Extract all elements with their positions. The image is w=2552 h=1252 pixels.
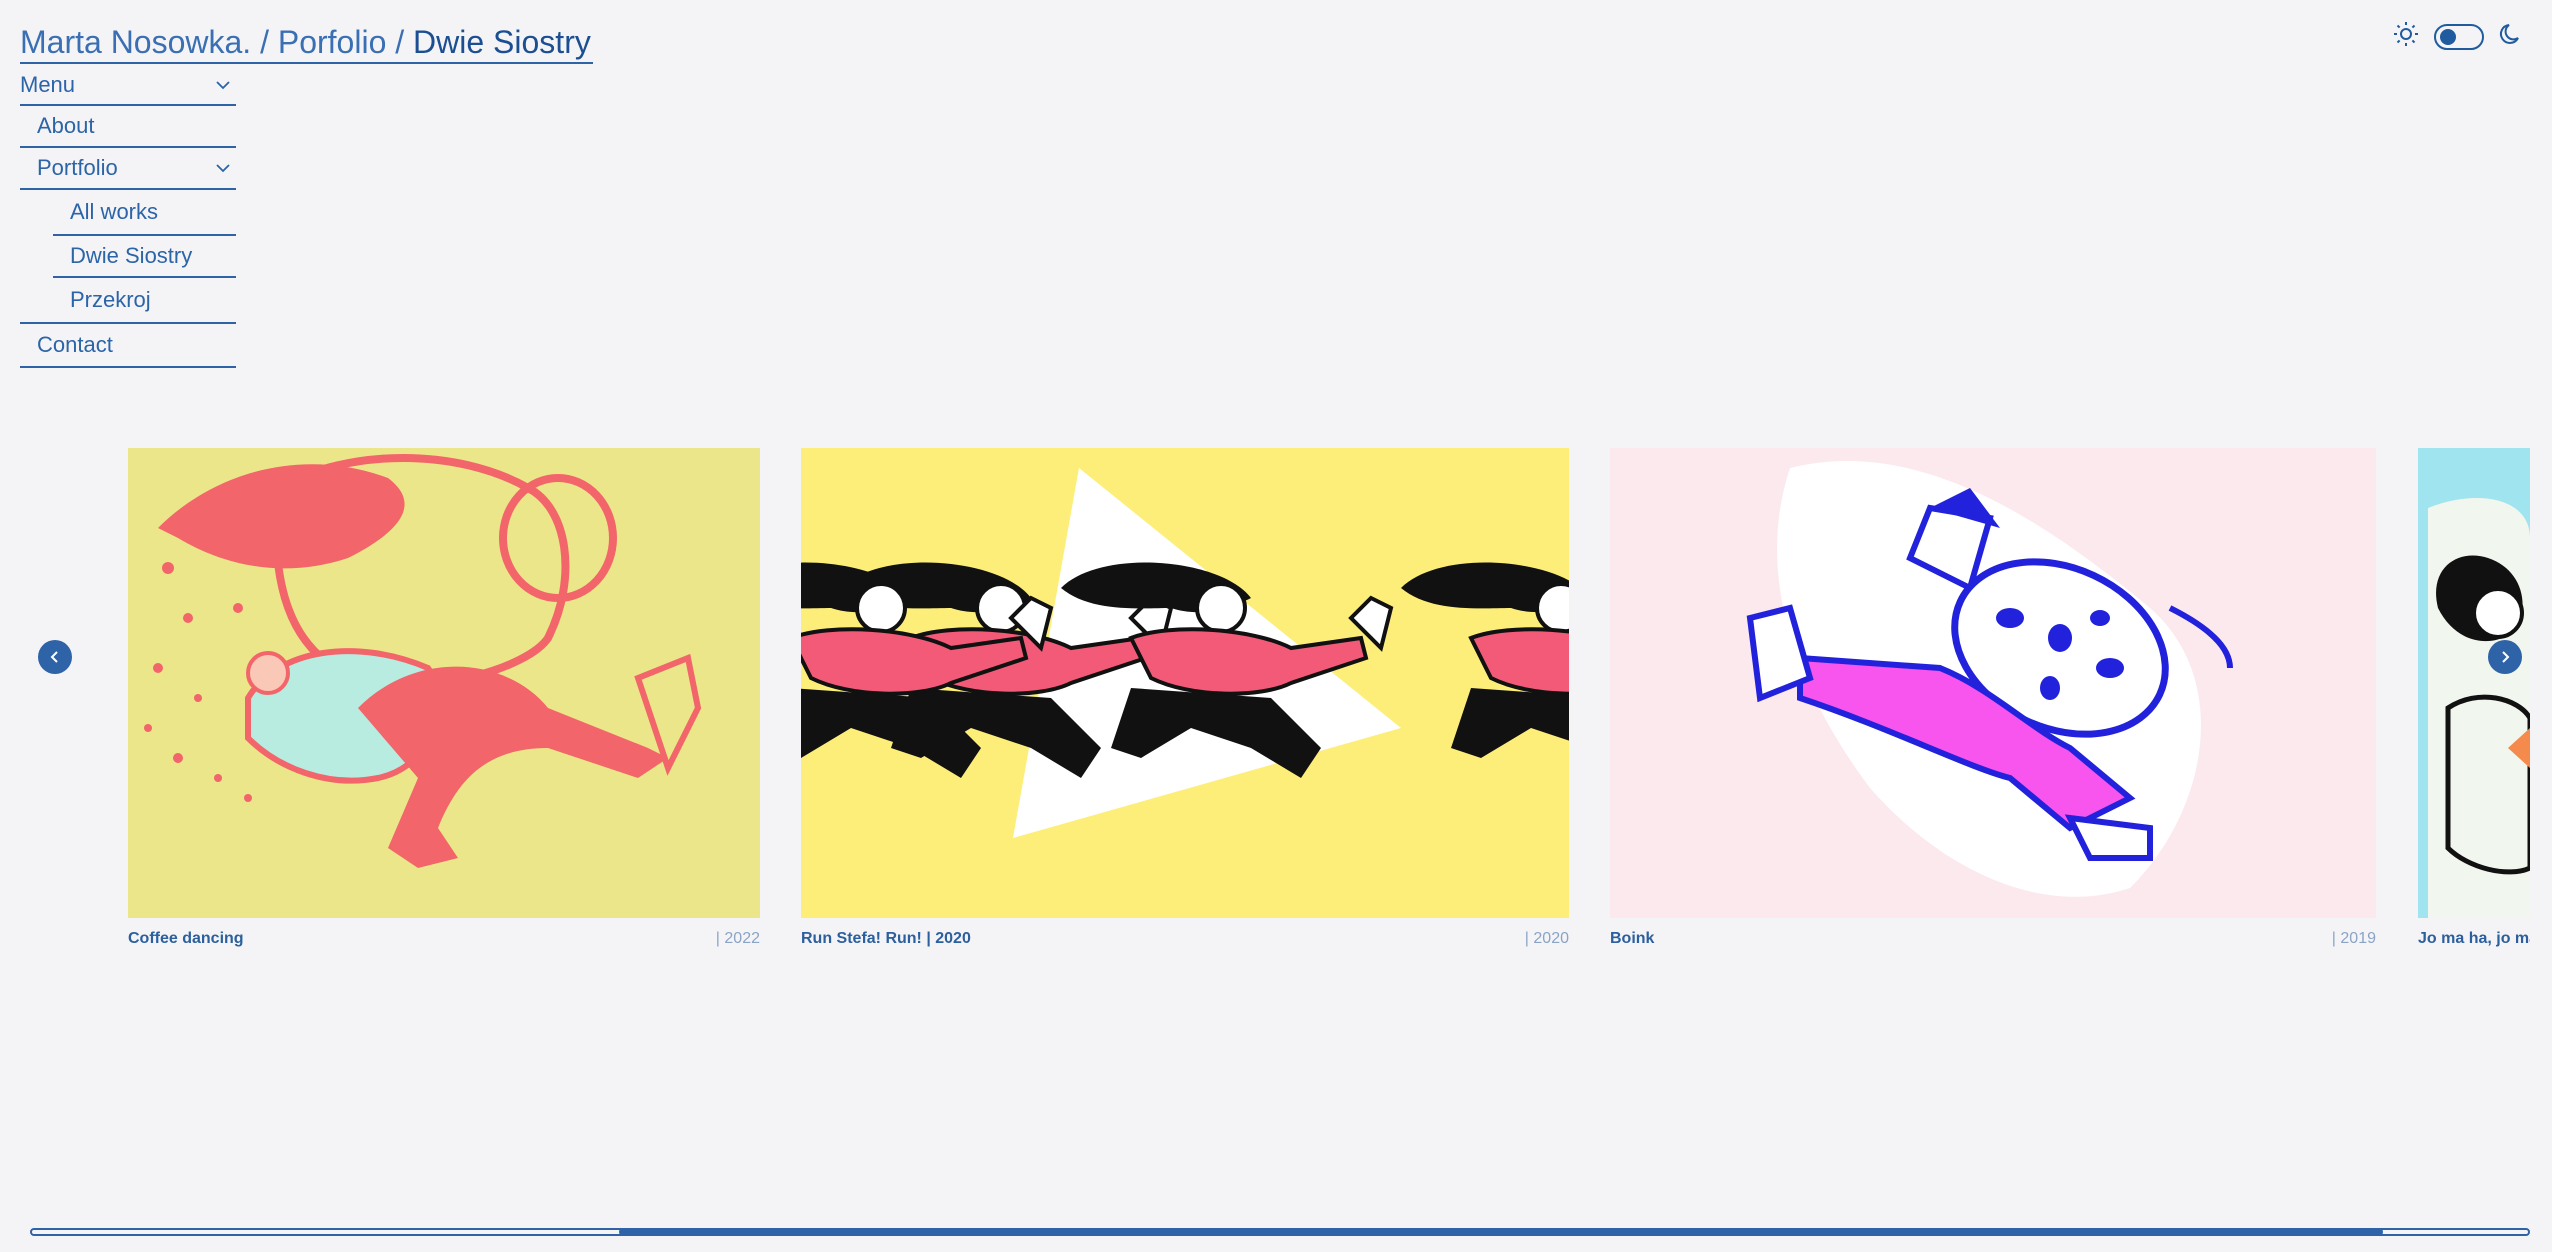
gallery-card-image — [128, 448, 760, 918]
gallery-card-year: | 2020 — [1524, 930, 1569, 947]
breadcrumb-author-link[interactable]: Marta Nosowka. — [20, 24, 251, 60]
chevron-down-icon — [216, 81, 230, 90]
menu-item-przekroj[interactable]: Przekroj — [53, 278, 236, 324]
breadcrumb-separator: / — [386, 24, 414, 60]
gallery-card-image — [2418, 448, 2530, 918]
menu-item-label: All works — [70, 199, 159, 224]
gallery-card-run-stefa-run[interactable]: Run Stefa! Run! | 2020 | 2020 — [801, 448, 1569, 958]
gallery-carousel: Coffee dancing | 2022 Run Stefa! Run! | … — [0, 448, 2552, 968]
carousel-scrollbar-thumb[interactable] — [618, 1228, 2384, 1236]
theme-switcher — [2392, 20, 2524, 53]
theme-toggle[interactable] — [2434, 23, 2484, 50]
gallery-card-caption: Coffee dancing | 2022 — [128, 930, 760, 948]
gallery-card-jo-ma-ha[interactable]: Jo ma ha, jo ma h — [2418, 448, 2530, 958]
gallery-card-title[interactable]: Boink — [1610, 930, 1654, 948]
menu-item-all-works[interactable]: All works — [53, 190, 236, 236]
gallery-card-image — [801, 448, 1569, 918]
gallery-card-image — [1610, 448, 2376, 918]
menu-item-portfolio[interactable]: Portfolio — [20, 148, 236, 190]
gallery-card-coffee-dancing[interactable]: Coffee dancing | 2022 — [128, 448, 760, 958]
moon-icon — [2498, 21, 2524, 52]
breadcrumb-separator: / — [251, 24, 278, 60]
menu-item-label: Portfolio — [37, 155, 118, 180]
gallery-card-caption: Boink | 2019 — [1610, 930, 2376, 948]
menu-toggle[interactable]: Menu — [20, 66, 236, 106]
carousel-prev-button[interactable] — [38, 640, 72, 674]
gallery-card-boink[interactable]: Boink | 2019 — [1610, 448, 2376, 958]
page: Marta Nosowka. / Porfolio / Dwie Siostry… — [0, 0, 2552, 1252]
menu-item-about[interactable]: About — [20, 106, 236, 148]
toggle-knob — [2440, 28, 2456, 45]
menu-toggle-label: Menu — [20, 72, 76, 97]
gallery-card-title[interactable]: Jo ma ha, jo ma h — [2418, 930, 2530, 948]
chevron-left-icon — [50, 651, 58, 663]
menu-item-dwie-siostry[interactable]: Dwie Siostry — [53, 236, 236, 278]
gallery-card-caption: Jo ma ha, jo ma h — [2418, 930, 2530, 948]
breadcrumb-current: Dwie Siostry — [413, 24, 591, 60]
site-menu: Menu About Portfolio All works Dwie Sios… — [20, 66, 236, 368]
chevron-down-icon — [216, 164, 230, 173]
gallery-card-title[interactable]: Run Stefa! Run! | 2020 — [801, 930, 971, 948]
menu-item-label: Contact — [37, 332, 113, 357]
breadcrumb: Marta Nosowka. / Porfolio / Dwie Siostry — [20, 22, 593, 64]
sun-icon — [2392, 20, 2420, 53]
chevron-right-icon — [2502, 651, 2510, 663]
gallery-card-caption: Run Stefa! Run! | 2020 | 2020 — [801, 930, 1569, 948]
menu-item-label: Przekroj — [70, 287, 151, 312]
menu-item-contact[interactable]: Contact — [20, 322, 236, 368]
gallery-card-year: | 2019 — [2331, 930, 2376, 947]
menu-item-label: About — [37, 113, 95, 138]
carousel-next-button[interactable] — [2488, 640, 2522, 674]
carousel-scrollbar[interactable] — [30, 1228, 2530, 1236]
gallery-card-year: | 2022 — [715, 930, 760, 947]
breadcrumb-section-link[interactable]: Porfolio — [278, 24, 387, 60]
gallery-card-title[interactable]: Coffee dancing — [128, 930, 244, 948]
menu-item-label: Dwie Siostry — [70, 243, 193, 268]
